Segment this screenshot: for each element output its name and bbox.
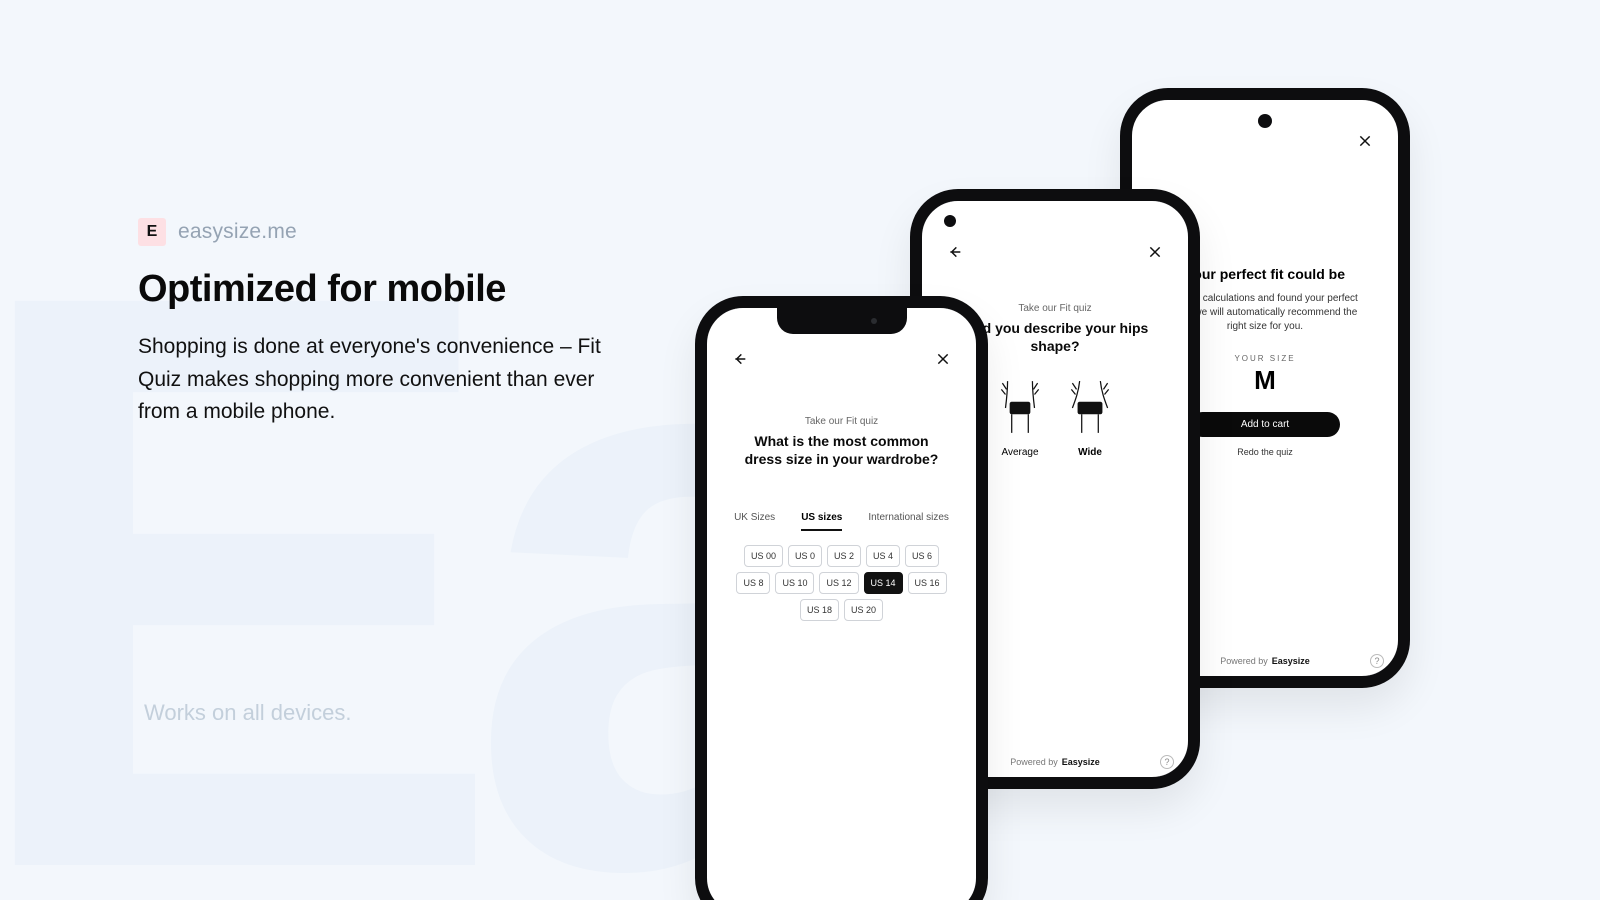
close-icon	[1357, 133, 1373, 149]
close-button[interactable]	[932, 348, 954, 370]
page-body: Shopping is done at everyone's convenien…	[138, 331, 608, 429]
close-icon	[935, 351, 951, 367]
powered-prefix: Powered by	[1220, 656, 1268, 666]
powered-prefix: Powered by	[1010, 757, 1058, 767]
close-button[interactable]	[1144, 241, 1166, 263]
close-icon	[1147, 244, 1163, 260]
size-chip[interactable]: US 4	[866, 545, 900, 567]
brand-row: E easysize.me	[138, 218, 658, 246]
quiz-caption: Take our Fit quiz	[729, 416, 954, 427]
size-chip[interactable]: US 6	[905, 545, 939, 567]
size-chip[interactable]: US 0	[788, 545, 822, 567]
page-headline: Optimized for mobile	[138, 268, 658, 311]
hip-label-average: Average	[1001, 447, 1038, 458]
arrow-left-icon	[732, 351, 748, 367]
quiz-caption: Take our Fit quiz	[944, 303, 1166, 314]
size-chip[interactable]: US 16	[908, 572, 947, 594]
hip-option-wide[interactable]: Wide	[1069, 379, 1111, 458]
size-system-tabs: UK Sizes US sizes International sizes	[729, 512, 954, 531]
size-chip[interactable]: US 00	[744, 545, 783, 567]
hips-wide-icon	[1069, 379, 1111, 437]
tab-uk-sizes[interactable]: UK Sizes	[734, 512, 775, 531]
hip-option-average[interactable]: Average	[999, 379, 1041, 458]
size-chip[interactable]: US 12	[819, 572, 858, 594]
size-chip-grid: US 00US 0US 2US 4US 6 US 8US 10US 12 US 14…	[729, 545, 954, 621]
powered-brand: Easysize	[1272, 656, 1310, 666]
size-chip[interactable]: US 10	[775, 572, 814, 594]
page-footnote: Works on all devices.	[144, 700, 351, 726]
quiz-question: What is the most common dress size in yo…	[729, 433, 954, 468]
size-chip[interactable]: US 2	[827, 545, 861, 567]
camera-punch-icon	[1258, 114, 1272, 128]
phone-size-question: Take our Fit quiz What is the most commo…	[695, 296, 988, 900]
help-button[interactable]: ?	[1370, 654, 1384, 668]
add-to-cart-button[interactable]: Add to cart	[1190, 412, 1340, 437]
size-chip[interactable]: US 20	[844, 599, 883, 621]
tab-us-sizes[interactable]: US sizes	[801, 512, 842, 531]
help-button[interactable]: ?	[1160, 755, 1174, 769]
brand-name: easysize.me	[178, 220, 297, 244]
back-button[interactable]	[729, 348, 751, 370]
size-chip[interactable]: US 14	[864, 572, 903, 594]
powered-brand: Easysize	[1062, 757, 1100, 767]
tab-intl-sizes[interactable]: International sizes	[868, 512, 949, 531]
size-chip[interactable]: US 8	[736, 572, 770, 594]
close-button[interactable]	[1354, 130, 1376, 152]
back-button[interactable]	[944, 241, 966, 263]
arrow-left-icon	[947, 244, 963, 260]
hip-label-wide: Wide	[1078, 447, 1102, 458]
size-chip[interactable]: US 18	[800, 599, 839, 621]
hips-average-icon	[999, 379, 1041, 437]
brand-badge: E	[138, 218, 166, 246]
phone-notch-icon	[777, 306, 907, 334]
camera-punch-icon	[944, 215, 956, 227]
